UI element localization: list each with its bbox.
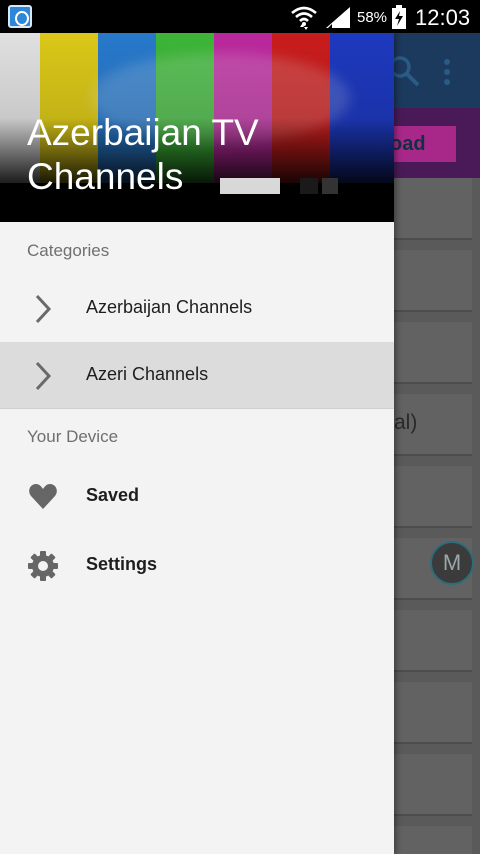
download-button[interactable]: oad xyxy=(386,126,456,162)
background-list-item[interactable] xyxy=(392,610,472,672)
drawer-item-label: Settings xyxy=(86,554,158,574)
chevron-right-icon xyxy=(35,361,52,391)
section-label-categories: Categories xyxy=(27,241,110,260)
navigation-drawer: Azerbaijan TV Channels Categories Azerba… xyxy=(0,33,394,854)
background-list-text: al) xyxy=(394,411,418,434)
background-list-item[interactable] xyxy=(392,466,472,528)
background-list-item[interactable] xyxy=(392,250,472,312)
drawer-item-azerbaijan-channels[interactable]: Azerbaijan Channels xyxy=(0,275,394,341)
background-list-item[interactable] xyxy=(392,826,472,854)
drawer-item-saved[interactable]: Saved xyxy=(0,463,394,529)
battery-charging-icon xyxy=(392,5,406,29)
chevron-right-icon xyxy=(35,294,52,324)
background-list-item[interactable] xyxy=(392,178,472,240)
background-list-item[interactable] xyxy=(392,754,472,816)
heart-icon xyxy=(29,484,57,509)
drawer-title: Azerbaijan TV Channels xyxy=(27,112,259,197)
app-notification-icon xyxy=(8,5,32,28)
drawer-item-settings[interactable]: Settings xyxy=(0,532,394,598)
drawer-item-label: Azeri Channels xyxy=(86,364,209,384)
overflow-menu-icon[interactable] xyxy=(443,59,451,85)
drawer-header: Azerbaijan TV Channels xyxy=(0,33,394,222)
battery-percent: 58% xyxy=(357,9,388,26)
background-list-item[interactable] xyxy=(392,682,472,744)
signal-icon xyxy=(326,7,350,28)
drawer-item-azeri-channels[interactable]: Azeri Channels xyxy=(0,342,394,408)
drawer-item-label: Saved xyxy=(86,485,140,505)
status-bar: 58% 12:03 xyxy=(0,0,480,33)
wifi-icon xyxy=(291,6,317,30)
background-list-item[interactable] xyxy=(392,322,472,384)
gear-icon xyxy=(28,551,58,581)
section-divider xyxy=(0,408,394,409)
status-time: 12:03 xyxy=(415,5,471,30)
section-label-your-device: Your Device xyxy=(27,427,119,446)
floating-action-button[interactable]: M xyxy=(430,541,474,585)
drawer-item-label: Azerbaijan Channels xyxy=(86,297,253,317)
